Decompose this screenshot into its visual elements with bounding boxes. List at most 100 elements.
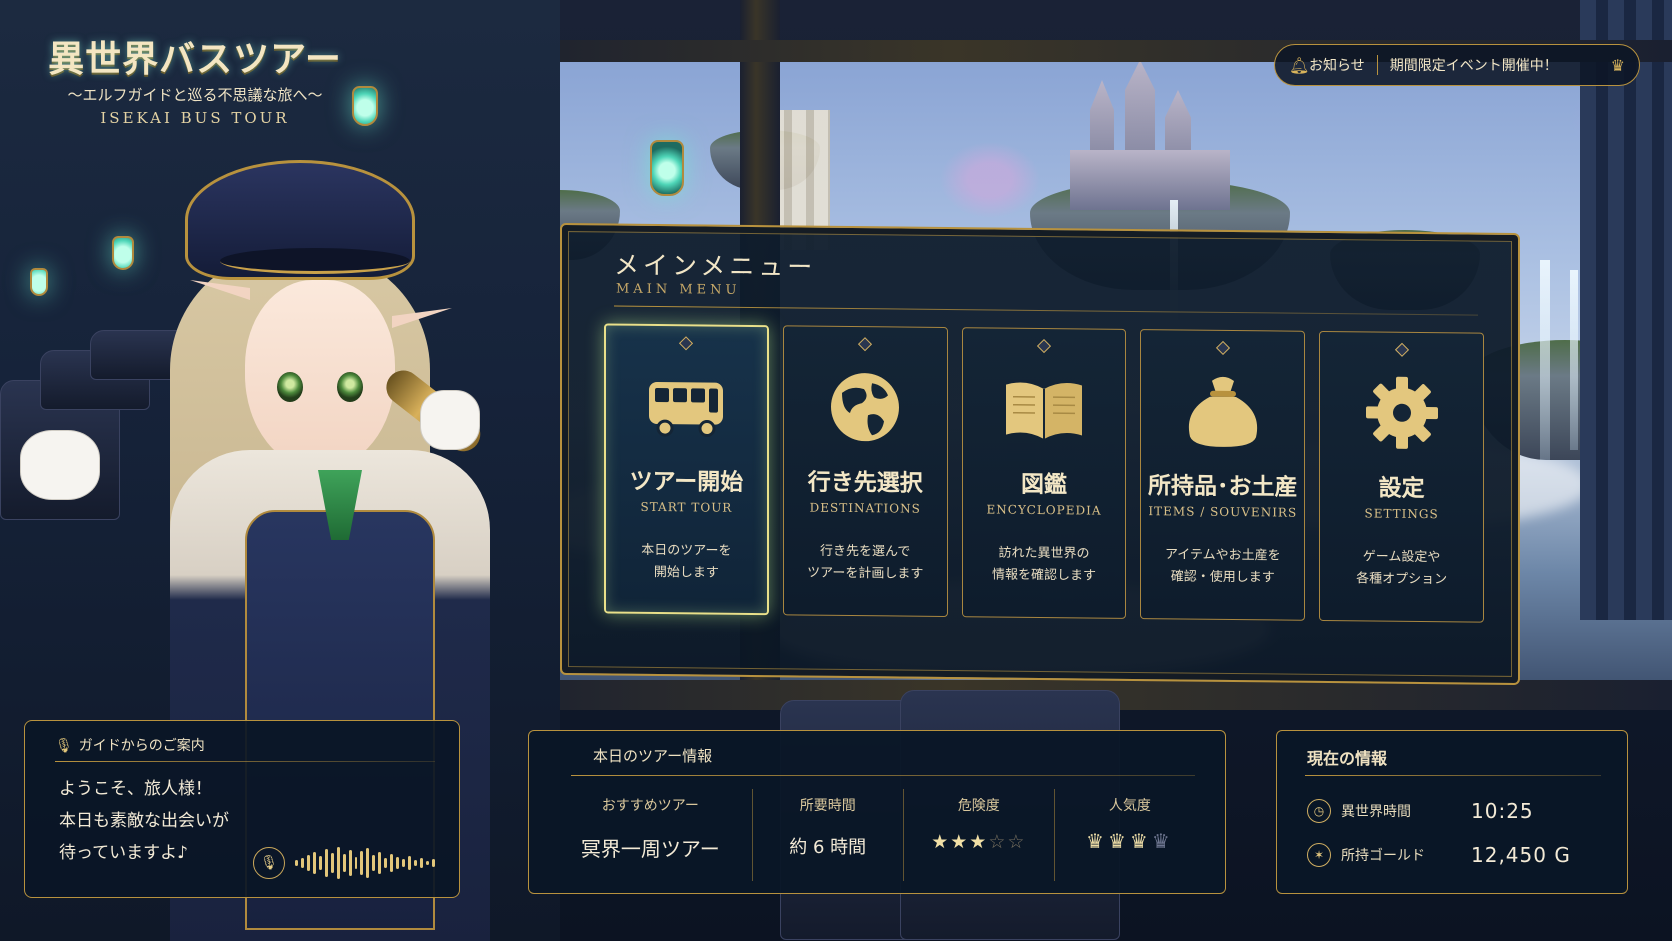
waveform-bar (330, 853, 334, 873)
status-gold-label: 所持ゴールド (1341, 848, 1425, 864)
status-heading: 現在の情報 (1307, 749, 1388, 768)
danger-rating: ★★★☆☆ (904, 831, 1054, 853)
guide-cap-brim (220, 248, 410, 274)
notice-bar[interactable]: 🔔︎ お知らせ 期間限定イベント開催中！ ♛ (1274, 44, 1640, 86)
tour-recommended[interactable]: おすすめツアー 冥界一周ツアー (549, 789, 753, 881)
menu-card-items-souvenirs[interactable]: 所持品･お土産 ITEMS / SOUVENIRS アイテムやお土産を 確認・使… (1140, 329, 1306, 621)
guide-heading-divider (55, 761, 435, 762)
card-description: 訪れた異世界の 情報を確認します (992, 545, 1097, 584)
guide-face (245, 280, 395, 470)
card-label: 所持品･お土産 (1148, 472, 1298, 501)
card-ornament (679, 336, 694, 351)
waveform-bar (402, 859, 406, 867)
logo-subtitle: 〜エルフガイドと巡る不思議な旅へ〜 (67, 86, 323, 104)
popularity-rating: ♛♛♛♛ (1055, 829, 1205, 853)
menu-title-en: MAIN MENU (616, 281, 741, 298)
star-empty-icon: ☆ (1007, 831, 1027, 853)
card-description: アイテムやお土産を 確認・使用します (1164, 547, 1281, 586)
card-label-en: SETTINGS (1364, 506, 1439, 522)
waveform-bar (354, 857, 358, 869)
guide-message-text: ようこそ、旅人様！ 本日も素敵な出会いが 待っていますよ♪ (59, 773, 229, 869)
status-divider (1305, 775, 1601, 776)
card-ornament (1215, 340, 1230, 355)
tour-popularity: 人気度 ♛♛♛♛ (1055, 789, 1205, 881)
waveform-bar (425, 861, 429, 865)
logo-title: 異世界バスツアー (48, 38, 342, 80)
card-label-en: ENCYCLOPEDIA (986, 502, 1102, 518)
waterfall (1570, 270, 1578, 450)
curtain-right (1580, 0, 1672, 620)
status-time-row: ◷ 異世界時間 10:25 (1307, 793, 1597, 829)
star-empty-icon: ☆ (988, 831, 1008, 853)
menu-card-start-tour[interactable]: ツアー開始 START TOUR 本日のツアーを 開始します (604, 323, 769, 616)
waveform-bar (306, 855, 310, 871)
waveform-bar (295, 860, 298, 866)
castle-wall (1070, 150, 1230, 210)
waveform-bar (360, 851, 364, 875)
voice-play-button[interactable]: 🎙︎ (253, 847, 285, 879)
waveform-bar (324, 849, 328, 877)
tour-info-box: 本日のツアー情報 おすすめツアー 冥界一周ツアー 所要時間 約 6 時間 危険度… (528, 730, 1226, 894)
card-label-en: DESTINATIONS (809, 500, 921, 516)
waveform-bar (300, 858, 304, 868)
waveform-bar (366, 848, 370, 878)
waveform-bar (378, 852, 382, 874)
card-label: ツアー開始 (629, 467, 744, 496)
notice-divider (1376, 55, 1378, 75)
star-filled-icon: ★ (950, 831, 970, 853)
guide-heading-text: ガイドからのご案内 (78, 738, 205, 754)
guide-message-line: 本日も素敵な出会いが (59, 811, 229, 831)
book-icon (1006, 382, 1082, 440)
menu-cards: ツアー開始 START TOUR 本日のツアーを 開始します 行き先選択 DES… (604, 323, 1484, 632)
tour-recommended-value: 冥界一周ツアー (580, 837, 720, 861)
menu-card-destinations[interactable]: 行き先選択 DESTINATIONS 行き先を選んで ツアーを計画します (782, 325, 948, 618)
waveform-bar (342, 854, 346, 872)
waveform-bar (390, 854, 394, 872)
voice-waveform (295, 845, 435, 881)
card-label-en: ITEMS / SOUVENIRS (1148, 504, 1298, 520)
card-description: 本日のツアーを 開始します (641, 542, 732, 581)
crown-icon: ♛ (1610, 55, 1625, 75)
card-label: 行き先選択 (807, 468, 923, 497)
card-ornament (1394, 342, 1409, 357)
waveform-bar (336, 847, 340, 879)
star-filled-icon: ★ (969, 831, 989, 853)
guide-message-line: 待っていますよ♪ (59, 843, 188, 863)
card-ornament (858, 337, 873, 352)
status-time-label: 異世界時間 (1341, 804, 1411, 820)
bag-icon (1188, 376, 1257, 447)
guide-eye (277, 372, 303, 402)
tour-duration-label: 所要時間 (799, 798, 856, 814)
guide-message-heading: 🎙︎ ガイドからのご案内 (55, 735, 205, 755)
waterfall (1540, 260, 1550, 460)
bus-icon (649, 381, 724, 438)
waveform-bar (384, 858, 388, 868)
lantern-icon (650, 140, 684, 196)
guide-glove (20, 430, 100, 500)
menu-card-settings[interactable]: 設定 SETTINGS ゲーム設定や 各種オプション (1319, 330, 1484, 623)
guide-message-box[interactable]: 🎙︎ ガイドからのご案内 ようこそ、旅人様！ 本日も素敵な出会いが 待っていますよ… (24, 720, 460, 898)
card-description: 行き先を選んで ツアーを計画します (807, 543, 924, 582)
waveform-bar (396, 857, 400, 869)
card-ornament (1036, 338, 1052, 354)
menu-divider (614, 305, 1478, 316)
waveform-bar (312, 852, 316, 874)
notice-label: お知らせ (1309, 58, 1365, 74)
tour-recommended-label: おすすめツアー (601, 798, 699, 814)
clock-icon: ◷ (1307, 799, 1331, 823)
crown-filled-icon: ♛ (1086, 829, 1108, 853)
bell-icon: 🔔︎ (1289, 55, 1310, 75)
globe-icon (831, 373, 900, 442)
game-logo: 異世界バスツアー 〜エルフガイドと巡る不思議な旅へ〜 ISEKAI BUS TO… (30, 30, 360, 127)
current-status-box: 現在の情報 ◷ 異世界時間 10:25 ✶ 所持ゴールド 12,450 G (1276, 730, 1628, 894)
waveform-bar (348, 850, 352, 876)
waveform-bar (414, 860, 418, 866)
status-time-value: 10:25 (1471, 799, 1534, 823)
coin-icon: ✶ (1307, 843, 1331, 867)
tour-info-divider (571, 775, 1195, 776)
notice-message: 期間限定イベント開催中！ (1389, 58, 1558, 74)
logo-english: ISEKAI BUS TOUR (100, 109, 290, 127)
guide-eye (337, 372, 363, 402)
menu-card-encyclopedia[interactable]: 図鑑 ENCYCLOPEDIA 訪れた異世界の 情報を確認します (961, 327, 1127, 619)
tour-info-columns: おすすめツアー 冥界一周ツアー 所要時間 約 6 時間 危険度 ★★★☆☆ 人気… (549, 789, 1205, 881)
